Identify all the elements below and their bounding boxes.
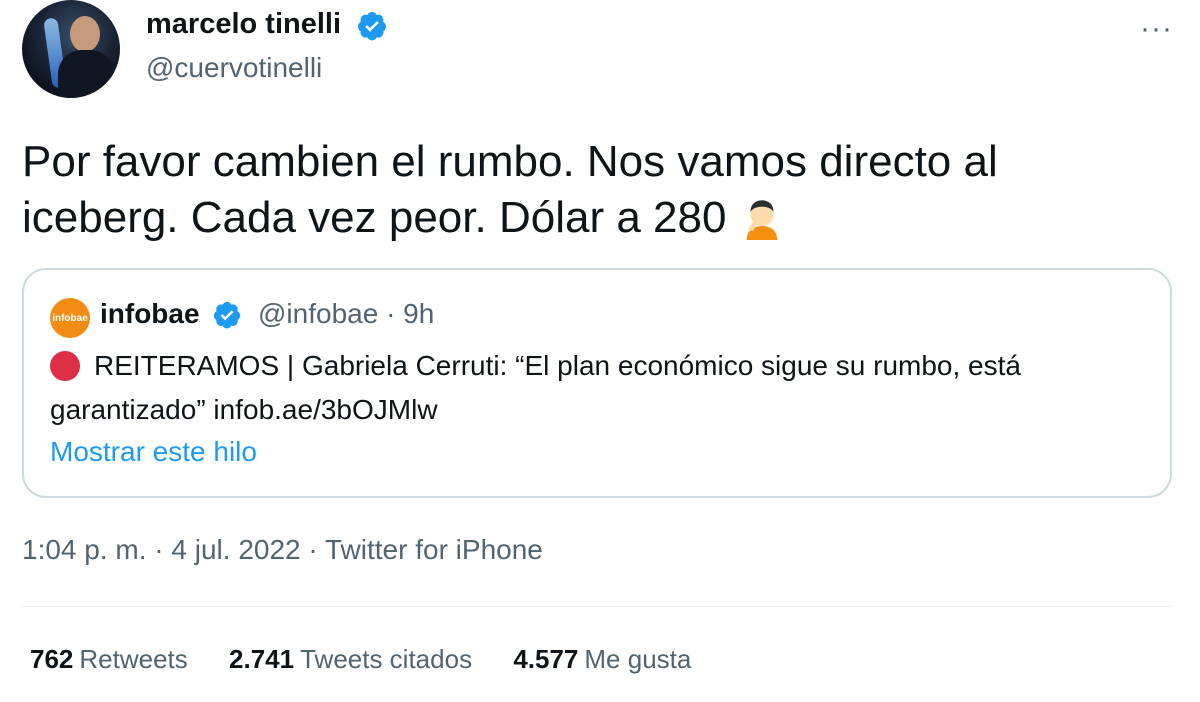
quote-tweets-label: Tweets citados xyxy=(300,644,473,674)
verified-badge-icon xyxy=(358,12,386,41)
retweets-count: 762 xyxy=(30,644,74,674)
author-handle[interactable]: @cuervotinelli xyxy=(146,52,322,84)
author-name[interactable]: marcelo tinelli xyxy=(146,8,341,41)
author-avatar[interactable] xyxy=(22,0,120,98)
quoted-tweet-text: REITERAMOS | Gabriela Cerruti: “El plan … xyxy=(50,344,1140,432)
infobae-logo: infobae xyxy=(50,298,90,338)
likes-count: 4.577 xyxy=(513,644,579,674)
likes-stat[interactable]: 4.577 Me gusta xyxy=(513,644,691,675)
more-dots-icon[interactable]: ··· xyxy=(1140,12,1173,46)
quoted-tweet-card[interactable]: infobae infobae @infobae · 9h REITERAMOS… xyxy=(22,268,1172,498)
quoted-tweet-body: REITERAMOS | Gabriela Cerruti: “El plan … xyxy=(50,350,1021,425)
red-circle-icon xyxy=(50,351,80,381)
divider xyxy=(22,606,1174,607)
tweet-timestamp[interactable]: 1:04 p. m. · 4 jul. 2022 · Twitter for i… xyxy=(22,534,543,566)
quoted-author-handle[interactable]: @infobae · 9h xyxy=(258,298,434,330)
tweet-text: Por favor cambien el rumbo. Nos vamos di… xyxy=(22,134,1122,246)
avatar-body xyxy=(58,50,114,98)
likes-label: Me gusta xyxy=(584,644,692,674)
retweets-stat[interactable]: 762 Retweets xyxy=(30,644,188,675)
person-facepalming-icon xyxy=(746,200,778,240)
avatar-head xyxy=(70,16,100,52)
retweets-label: Retweets xyxy=(79,644,188,674)
quote-tweets-stat[interactable]: 2.741 Tweets citados xyxy=(229,644,472,675)
verified-badge-icon xyxy=(213,301,241,329)
tweet-body: Por favor cambien el rumbo. Nos vamos di… xyxy=(22,137,998,242)
show-thread-link[interactable]: Mostrar este hilo xyxy=(50,436,257,468)
quote-tweets-count: 2.741 xyxy=(229,644,295,674)
tweet-stats: 762 Retweets 2.741 Tweets citados 4.577 Me … xyxy=(30,644,725,675)
quoted-author-name[interactable]: infobae xyxy=(100,298,200,330)
